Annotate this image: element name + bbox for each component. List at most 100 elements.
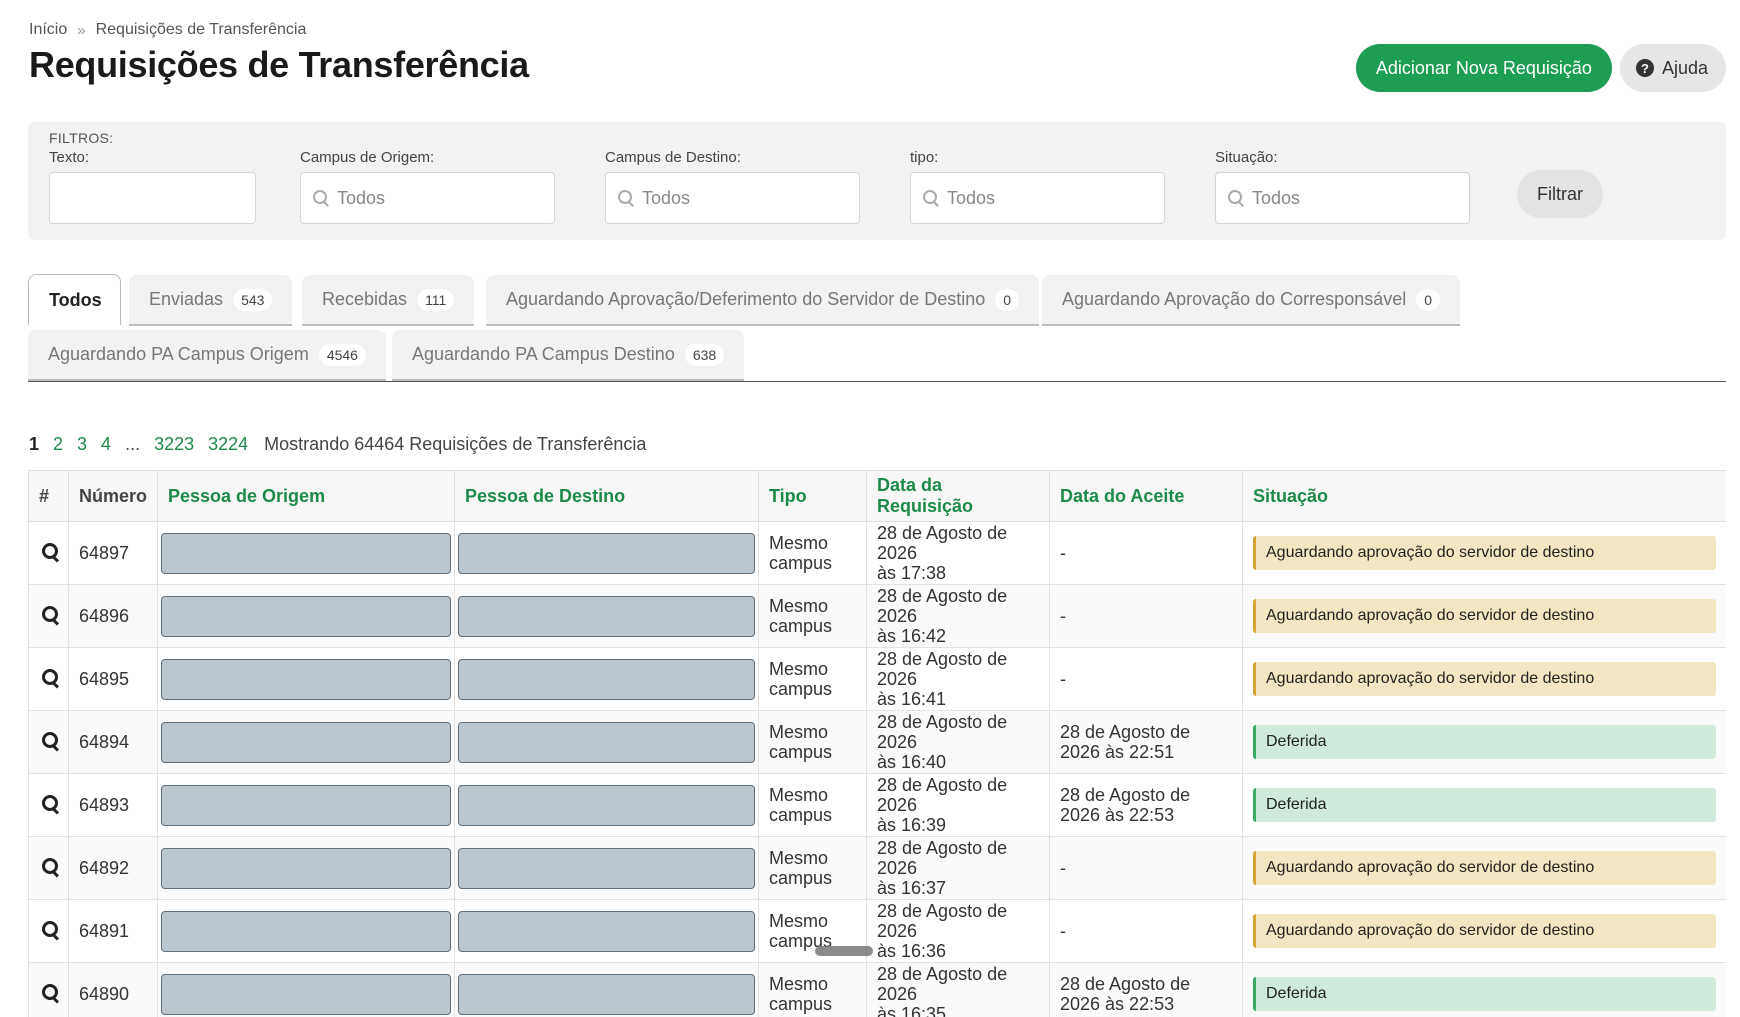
table-row: 64891 Mesmo campus 28 de Agosto de 2026 …	[28, 899, 1726, 963]
tab-label: Todos	[49, 289, 102, 310]
filter-origin-select[interactable]: Todos	[300, 172, 555, 224]
request-date-line-1: 28 de Agosto de 2026	[877, 775, 1008, 815]
column-header-destination[interactable]: Pessoa de Destino	[454, 470, 759, 522]
column-header-request-date[interactable]: Data da Requisição	[866, 470, 1050, 522]
type-cell: Mesmo campus	[758, 962, 867, 1017]
tab-recebidas[interactable]: Recebidas 111	[302, 275, 475, 326]
search-icon[interactable]	[39, 981, 61, 1003]
table-body: 64897 Mesmo campus 28 de Agosto de 2026 …	[28, 521, 1726, 1017]
tab-todos[interactable]: Todos	[28, 274, 121, 325]
tab-aguardando-pa-destino[interactable]: Aguardando PA Campus Destino 638	[392, 330, 745, 381]
tab-aguardando-servidor-destino[interactable]: Aguardando Aprovação/Deferimento do Serv…	[486, 275, 1040, 326]
accept-date-line-1: -	[1060, 543, 1066, 563]
page-link-1[interactable]: 1	[29, 434, 39, 455]
status-badge: Deferida	[1253, 725, 1716, 759]
search-icon[interactable]	[39, 792, 61, 814]
search-icon[interactable]	[39, 540, 61, 562]
filter-text-label: Texto:	[49, 149, 90, 166]
filter-text-input[interactable]	[49, 172, 256, 224]
redacted-block	[458, 595, 755, 637]
request-date-line-2: às 16:37	[877, 878, 947, 898]
requests-table-wrapper: # Número Pessoa de Origem Pessoa de Dest…	[28, 470, 1726, 1017]
request-date-cell: 28 de Agosto de 2026 às 16:41	[866, 647, 1050, 711]
filter-status-select[interactable]: Todos	[1215, 172, 1470, 224]
status-cell: Deferida	[1242, 710, 1726, 774]
redacted-block	[458, 910, 755, 952]
redacted-block	[458, 784, 755, 826]
search-icon[interactable]	[39, 603, 61, 625]
redacted-block	[161, 721, 451, 763]
search-icon[interactable]	[39, 666, 61, 688]
tab-aguardando-corresponsavel[interactable]: Aguardando Aprovação do Corresponsável 0	[1042, 275, 1461, 326]
status-cell: Aguardando aprovação do servidor de dest…	[1242, 836, 1726, 900]
search-icon	[311, 188, 331, 208]
request-date-line-2: às 16:41	[877, 689, 947, 709]
tab-count-badge: 4546	[318, 343, 366, 366]
redacted-block	[458, 532, 755, 574]
type-cell: Mesmo campus	[758, 584, 867, 648]
search-icon[interactable]	[39, 918, 61, 940]
add-request-button[interactable]: Adicionar Nova Requisição	[1355, 44, 1612, 92]
accept-date-line-1: -	[1060, 606, 1066, 626]
help-button[interactable]: ? Ajuda	[1619, 44, 1726, 92]
request-date-line-2: às 16:35	[877, 1004, 947, 1017]
status-badge: Deferida	[1253, 977, 1716, 1011]
view-cell	[28, 962, 69, 1017]
status-badge: Deferida	[1253, 788, 1716, 822]
pagination: 1 2 3 4 ... 3223 3224 Mostrando 64464 Re…	[29, 434, 646, 455]
number-cell: 64891	[68, 899, 158, 963]
scroll-handle[interactable]	[815, 946, 873, 956]
column-header-type[interactable]: Tipo	[758, 470, 867, 522]
tab-label: Enviadas	[149, 289, 224, 309]
request-date-line-1: 28 de Agosto de 2026	[877, 964, 1008, 1004]
accept-date-line-1: 28 de Agosto de	[1060, 974, 1191, 994]
column-header-origin[interactable]: Pessoa de Origem	[157, 470, 455, 522]
view-cell	[28, 710, 69, 774]
filter-type-value: Todos	[947, 187, 996, 208]
destination-person-cell	[454, 584, 759, 648]
request-date-cell: 28 de Agosto de 2026 às 16:40	[866, 710, 1050, 774]
accept-date-cell: -	[1049, 647, 1243, 711]
accept-date-line-2: 2026 às 22:51	[1060, 742, 1175, 762]
filter-text-group: Texto:	[49, 149, 256, 224]
destination-person-cell	[454, 962, 759, 1017]
request-date-line-2: às 16:39	[877, 815, 947, 835]
table-row: 64893 Mesmo campus 28 de Agosto de 2026 …	[28, 773, 1726, 837]
filter-button[interactable]: Filtrar	[1517, 170, 1603, 218]
page-link-4[interactable]: 4	[101, 434, 111, 455]
origin-person-cell	[157, 584, 455, 648]
type-cell: Mesmo campus	[758, 710, 867, 774]
type-line-2: campus	[769, 805, 833, 825]
filter-destination-value: Todos	[642, 187, 691, 208]
type-line-1: Mesmo	[769, 533, 829, 553]
page-link-3224[interactable]: 3224	[208, 434, 248, 455]
filter-destination-select[interactable]: Todos	[605, 172, 860, 224]
search-icon[interactable]	[39, 855, 61, 877]
tab-aguardando-pa-origem[interactable]: Aguardando PA Campus Origem 4546	[28, 330, 386, 381]
view-cell	[28, 647, 69, 711]
origin-person-cell	[157, 710, 455, 774]
type-cell: Mesmo campus	[758, 836, 867, 900]
type-line-1: Mesmo	[769, 785, 829, 805]
column-header-accept-date[interactable]: Data do Aceite	[1049, 470, 1243, 522]
filter-type-select[interactable]: Todos	[910, 172, 1165, 224]
accept-date-cell: -	[1049, 836, 1243, 900]
page-link-3223[interactable]: 3223	[154, 434, 194, 455]
status-cell: Aguardando aprovação do servidor de dest…	[1242, 521, 1726, 585]
type-cell: Mesmo campus	[758, 647, 867, 711]
search-icon	[1226, 188, 1246, 208]
status-cell: Aguardando aprovação do servidor de dest…	[1242, 647, 1726, 711]
type-line-1: Mesmo	[769, 911, 829, 931]
type-line-2: campus	[769, 553, 833, 573]
search-icon[interactable]	[39, 729, 61, 751]
origin-person-cell	[157, 962, 455, 1017]
tab-enviadas[interactable]: Enviadas 543	[129, 275, 293, 326]
table-row: 64897 Mesmo campus 28 de Agosto de 2026 …	[28, 521, 1726, 585]
destination-person-cell	[454, 836, 759, 900]
column-header-status[interactable]: Situação	[1242, 470, 1726, 522]
filters-title: FILTROS:	[49, 130, 114, 146]
request-date-line-2: às 16:36	[877, 941, 947, 961]
page-link-2[interactable]: 2	[53, 434, 63, 455]
page-link-3[interactable]: 3	[77, 434, 87, 455]
breadcrumb-home-link[interactable]: Início	[29, 21, 67, 39]
